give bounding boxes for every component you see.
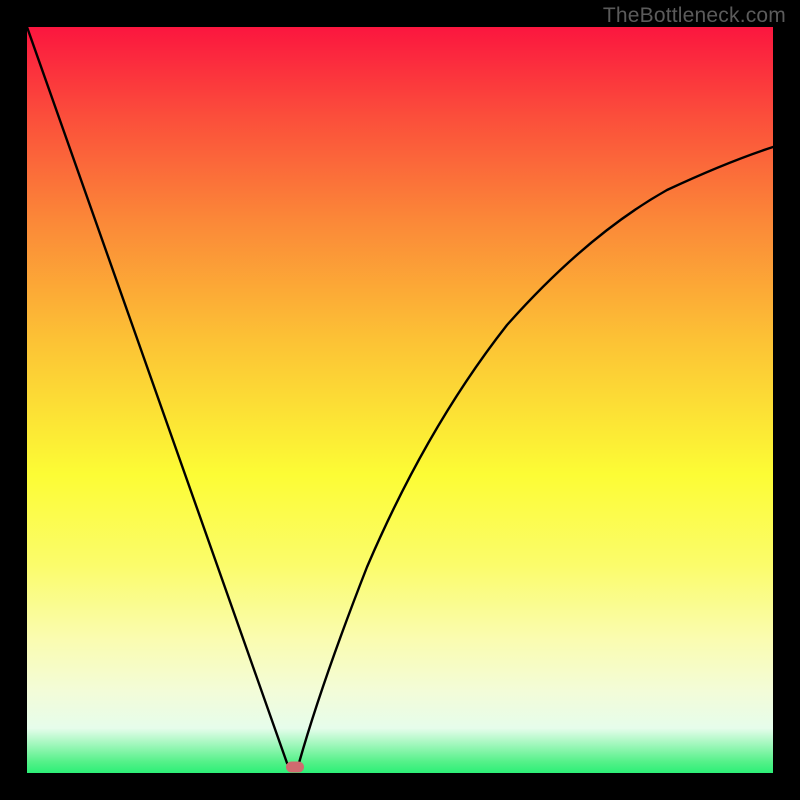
chart-marker [286,762,304,773]
watermark-text: TheBottleneck.com [603,4,786,28]
chart-curve [27,27,773,773]
chart-plot-area [27,27,773,773]
chart-frame [0,0,800,800]
bottleneck-curve-path [27,27,773,767]
